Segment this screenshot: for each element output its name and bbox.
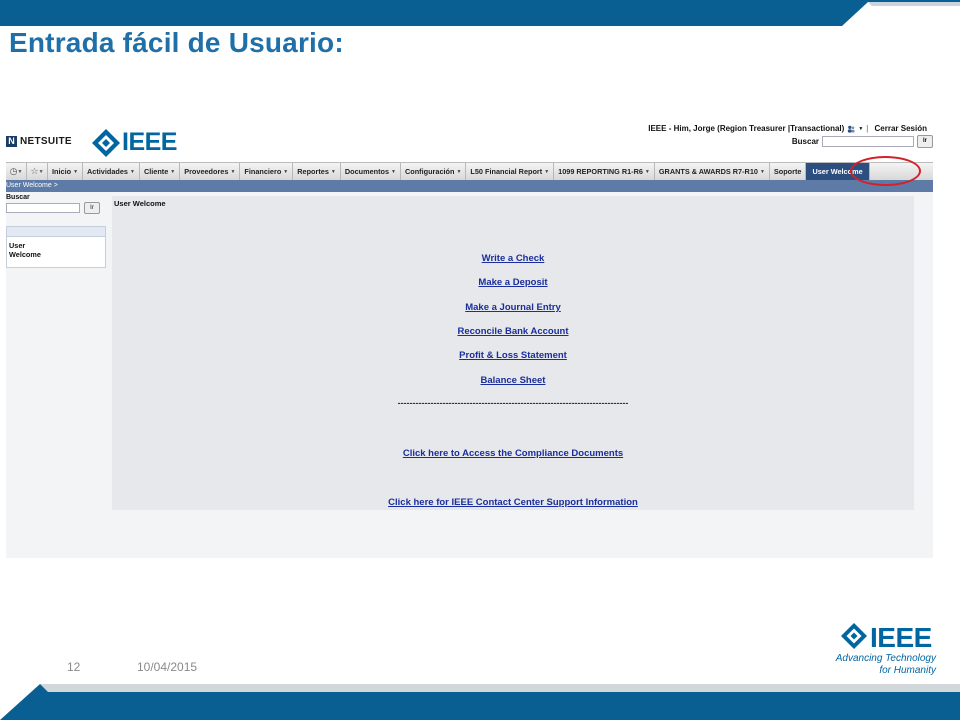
clock-icon[interactable]: ◷ ▼ [6,163,27,180]
header-search-go-button[interactable]: Ir [917,135,933,148]
user-welcome-content: User Welcome Write a Check Make a Deposi… [112,196,914,510]
nav-tab-label: Documentos [344,167,390,176]
left-panel: Buscar Ir User Welcome [6,194,106,268]
balance-sheet-link[interactable]: Balance Sheet [112,375,914,386]
nav-tab-label: Configuración [405,167,455,176]
user-role-label: IEEE - Him, Jorge (Region Treasurer |Tra… [648,124,845,133]
reconcile-bank-link[interactable]: Reconcile Bank Account [112,326,914,337]
nav-tab-financiero[interactable]: Financiero ▼ [240,163,294,180]
nav-tab-label: Reportes [297,167,329,176]
chevron-down-icon: ▼ [129,168,135,175]
chevron-down-icon: ▼ [283,168,289,175]
user-welcome-portlet: User Welcome [6,226,106,268]
write-check-link[interactable]: Write a Check [112,253,914,264]
chevron-down-icon: ▼ [170,168,176,175]
nav-tab-label: Proveedores [184,167,229,176]
nav-tab-label: GRANTS & AWARDS R7-R10 [658,167,758,176]
chevron-down-icon: ▼ [330,168,336,175]
footer-ieee-logo: IEEE Advancing Technology for Humanity [835,620,938,680]
chevron-down-icon: ▼ [644,168,650,175]
nav-tab-label: L50 Financial Report [470,167,543,176]
chevron-down-icon: ▼ [544,168,550,175]
chevron-down-icon: ▼ [456,168,462,175]
portlet-item: Welcome [9,250,41,259]
journal-entry-link[interactable]: Make a Journal Entry [112,302,914,313]
separator: | [866,124,869,133]
logout-link[interactable]: Cerrar Sesión [875,124,927,133]
nav-tab-label: 1099 REPORTING R1-R6 [558,167,643,176]
user-info: IEEE - Him, Jorge (Region Treasurer |Tra… [648,124,927,133]
netsuite-logo-text: NETSUITE [20,135,72,147]
nav-tab-configuraci-n[interactable]: Configuración ▼ [401,163,467,180]
header-ieee-wordmark: IEEE [122,128,177,156]
highlight-annotation [850,156,921,186]
left-search-input[interactable] [6,203,80,213]
chevron-down-icon: ▼ [759,168,765,175]
make-deposit-link[interactable]: Make a Deposit [112,277,914,288]
nav-tab-proveedores[interactable]: Proveedores ▼ [180,163,241,180]
portlet-item: User [9,241,26,250]
netsuite-logo-mark: N [6,135,17,147]
netsuite-screenshot: N NETSUITE IEEE IEEE - Him, Jorge (Regio… [6,118,933,558]
left-search-go-button[interactable]: Ir [84,202,100,214]
ieee-diamond-icon [92,129,120,157]
nav-tab-1099-reporting-r1-r6[interactable]: 1099 REPORTING R1-R6 ▼ [554,163,655,180]
nav-tab-label: Soporte [773,167,802,176]
header-search: Buscar Ir [792,135,933,148]
logo-tagline-1: Advancing Technology [835,653,936,664]
ieee-diamond-icon [841,623,867,649]
left-search-label: Buscar [6,194,30,201]
nav-tab-label: Actividades [87,167,128,176]
logo-tagline-2: for Humanity [879,665,936,676]
netsuite-logo: N NETSUITE [6,134,72,148]
nav-tab-label: Cliente [143,167,169,176]
users-icon[interactable] [847,125,855,133]
profit-loss-link[interactable]: Profit & Loss Statement [112,350,914,361]
nav-tab-label: Inicio [52,167,72,176]
nav-tab-cliente[interactable]: Cliente ▼ [140,163,181,180]
main-navbar: ◷ ▼ ☆ ▼ Inicio ▼ Actividades ▼ Cliente ▼ Proveed… [6,162,933,181]
bottom-decorative-band [0,684,960,720]
support-info-link[interactable]: Click here for IEEE Contact Center Suppo… [112,497,914,508]
nav-tab-inicio[interactable]: Inicio ▼ [48,163,84,180]
nav-tab-l50-financial-report[interactable]: L50 Financial Report ▼ [466,163,555,180]
compliance-documents-link[interactable]: Click here to Access the Compliance Docu… [112,448,914,459]
nav-tab-label: Financiero [244,167,282,176]
left-search: Ir [6,202,106,214]
dashed-divider: ----------------------------------------… [397,398,629,408]
nav-tab-actividades[interactable]: Actividades ▼ [83,163,140,180]
netsuite-header: N NETSUITE IEEE IEEE - Him, Jorge (Regio… [6,118,933,162]
nav-tab-grants-awards-r7-r10[interactable]: GRANTS & AWARDS R7-R10 ▼ [655,163,770,180]
breadcrumb[interactable]: User Welcome > [6,180,933,192]
header-search-input[interactable] [822,136,914,147]
chevron-down-icon: ▼ [230,168,236,175]
slide-date: 10/04/2015 [137,660,198,674]
top-decorative-band [0,0,960,26]
nav-tab-documentos[interactable]: Documentos ▼ [341,163,401,180]
chevron-down-icon: ▼ [391,168,396,175]
chevron-down-icon[interactable]: ▼ [858,126,863,132]
nav-tab-reportes[interactable]: Reportes ▼ [293,163,341,180]
portlet-body[interactable]: User Welcome [7,237,105,267]
portlet-header [7,227,105,237]
nav-tab-soporte[interactable]: Soporte [770,163,807,180]
nav-tabs: Inicio ▼ Actividades ▼ Cliente ▼ Proveedores ▼ F… [48,163,870,180]
slide-title: Entrada fácil de Usuario: [9,27,344,58]
header-search-label: Buscar [791,137,819,146]
footer-ieee-wordmark: IEEE [870,622,932,653]
chevron-down-icon: ▼ [73,168,79,175]
star-icon[interactable]: ☆ ▼ [27,163,48,180]
page-number: 12 [67,660,81,674]
content-title: User Welcome [114,199,166,208]
